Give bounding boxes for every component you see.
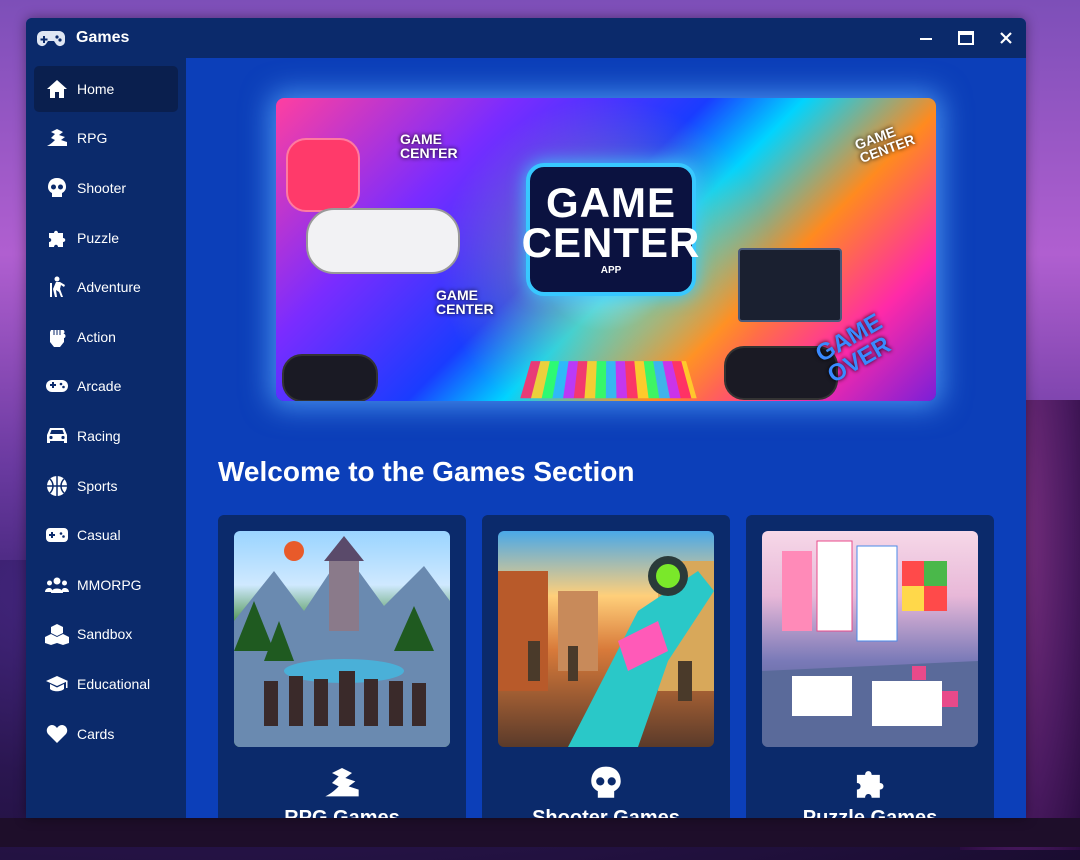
skull-icon bbox=[586, 765, 626, 801]
sidebar-item-label: Casual bbox=[77, 527, 121, 543]
app-window: Games Home RPG Shooter Puzzle Adventure … bbox=[26, 18, 1026, 818]
sidebar-item-label: Shooter bbox=[77, 180, 127, 196]
sidebar-item-label: Sandbox bbox=[77, 626, 133, 642]
category-card-title: Puzzle Games bbox=[802, 807, 938, 818]
sidebar: Home RPG Shooter Puzzle Adventure Action… bbox=[26, 58, 186, 818]
monitor-illustration bbox=[738, 248, 842, 322]
basketball-icon bbox=[45, 474, 69, 498]
car-icon bbox=[45, 424, 69, 448]
dragon-icon bbox=[45, 126, 69, 150]
sidebar-item-casual[interactable]: Casual bbox=[34, 512, 178, 558]
category-card-rpg[interactable]: RPG Games bbox=[218, 515, 466, 818]
sidebar-item-cards[interactable]: Cards bbox=[34, 711, 178, 757]
banner-headline-line2: CENTER bbox=[521, 219, 701, 266]
sidebar-item-label: Racing bbox=[77, 428, 121, 444]
gamepad-icon bbox=[37, 27, 65, 49]
banner-logo: GAME CENTER APP bbox=[522, 163, 699, 296]
window-title: Games bbox=[76, 29, 130, 46]
puzzle-piece-icon bbox=[45, 226, 69, 250]
close-button[interactable] bbox=[993, 26, 1019, 50]
banner-subtitle: APP bbox=[600, 265, 622, 276]
sidebar-item-puzzle[interactable]: Puzzle bbox=[34, 215, 178, 261]
graduation-cap-icon bbox=[45, 672, 69, 696]
fist-icon bbox=[45, 325, 69, 349]
sidebar-item-educational[interactable]: Educational bbox=[34, 661, 178, 707]
heart-icon bbox=[45, 722, 69, 746]
rpg-cover-image bbox=[234, 531, 450, 747]
shooter-cover-image bbox=[498, 531, 714, 747]
banner-side-label-2: GAME CENTER bbox=[436, 287, 494, 317]
hiker-icon bbox=[45, 275, 69, 299]
sidebar-item-adventure[interactable]: Adventure bbox=[34, 264, 178, 310]
gamepad-icon bbox=[45, 374, 69, 398]
sidebar-item-label: Educational bbox=[77, 676, 151, 692]
keyboard-illustration bbox=[520, 361, 697, 399]
main-content: GAME CENTER APP GAME CENTER GAME CENTER … bbox=[186, 58, 1026, 818]
vr-headset-illustration bbox=[306, 208, 460, 274]
sidebar-item-rpg[interactable]: RPG bbox=[34, 115, 178, 161]
sidebar-item-sandbox[interactable]: Sandbox bbox=[34, 611, 178, 657]
controller-icon bbox=[45, 523, 69, 547]
maximize-button[interactable] bbox=[953, 26, 979, 50]
sidebar-item-label: RPG bbox=[77, 130, 108, 146]
sidebar-item-action[interactable]: Action bbox=[34, 314, 178, 360]
gamepad-illustration bbox=[286, 138, 360, 212]
sidebar-item-sports[interactable]: Sports bbox=[34, 463, 178, 509]
sidebar-item-arcade[interactable]: Arcade bbox=[34, 363, 178, 409]
gamepad-illustration bbox=[282, 354, 378, 401]
category-card-puzzle[interactable]: Puzzle Games bbox=[746, 515, 994, 818]
title-bar: Games bbox=[26, 18, 1026, 58]
sidebar-item-label: Home bbox=[77, 81, 115, 97]
game-center-banner: GAME CENTER APP GAME CENTER GAME CENTER … bbox=[276, 98, 936, 401]
users-icon bbox=[45, 573, 69, 597]
sidebar-item-label: Puzzle bbox=[77, 230, 120, 246]
dragon-icon bbox=[322, 765, 362, 801]
skull-icon bbox=[45, 176, 69, 200]
cubes-icon bbox=[45, 622, 69, 646]
home-icon bbox=[45, 77, 69, 101]
minimize-icon bbox=[920, 38, 932, 40]
taskbar-strip bbox=[0, 818, 1080, 847]
sidebar-item-shooter[interactable]: Shooter bbox=[34, 165, 178, 211]
puzzle-piece-icon bbox=[850, 765, 890, 801]
category-card-title: RPG Games bbox=[284, 807, 400, 818]
sidebar-item-label: Sports bbox=[77, 478, 118, 494]
sidebar-item-label: Action bbox=[77, 329, 116, 345]
sidebar-item-racing[interactable]: Racing bbox=[34, 413, 178, 459]
sidebar-item-mmorpg[interactable]: MMORPG bbox=[34, 562, 178, 608]
minimize-button[interactable] bbox=[913, 26, 939, 50]
category-card-shooter[interactable]: Shooter Games bbox=[482, 515, 730, 818]
banner-side-label: GAME CENTER bbox=[400, 131, 458, 161]
sidebar-item-label: Arcade bbox=[77, 378, 122, 394]
maximize-icon bbox=[958, 31, 974, 45]
sidebar-item-label: MMORPG bbox=[77, 577, 142, 593]
puzzle-cover-image bbox=[762, 531, 978, 747]
category-card-title: Shooter Games bbox=[532, 807, 680, 818]
page-title: Welcome to the Games Section bbox=[218, 456, 635, 487]
sidebar-item-home[interactable]: Home bbox=[34, 66, 178, 112]
sidebar-item-label: Adventure bbox=[77, 279, 141, 295]
close-icon bbox=[1000, 32, 1012, 44]
sidebar-item-label: Cards bbox=[77, 726, 115, 742]
banner-headline-line1: GAME bbox=[546, 179, 676, 226]
